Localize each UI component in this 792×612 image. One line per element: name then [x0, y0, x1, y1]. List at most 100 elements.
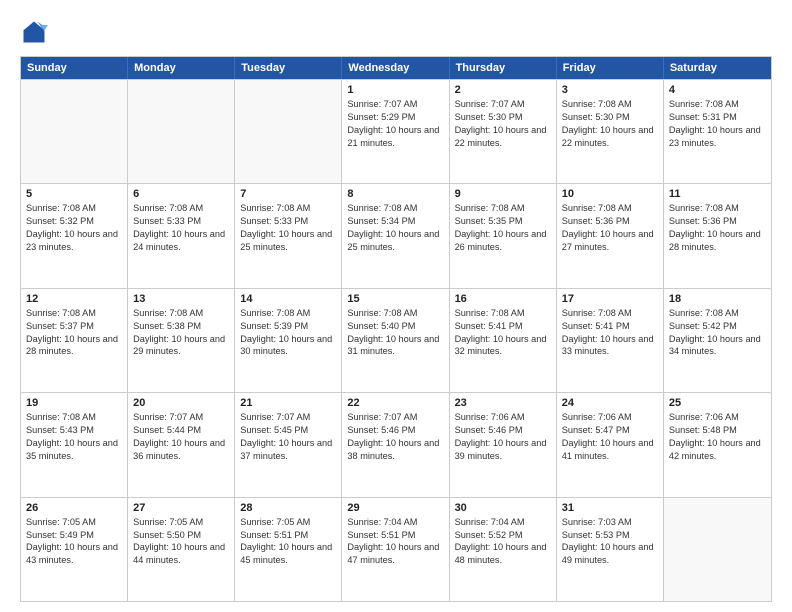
sunrise-line: Sunrise: 7:08 AM	[133, 202, 229, 215]
sunset-line: Sunset: 5:41 PM	[562, 320, 658, 333]
day-cell-20: 20Sunrise: 7:07 AMSunset: 5:44 PMDayligh…	[128, 393, 235, 496]
day-cell-28: 28Sunrise: 7:05 AMSunset: 5:51 PMDayligh…	[235, 498, 342, 601]
sunrise-line: Sunrise: 7:07 AM	[347, 98, 443, 111]
header-cell-monday: Monday	[128, 57, 235, 79]
day-number: 27	[133, 502, 229, 514]
day-number: 20	[133, 397, 229, 409]
sunset-line: Sunset: 5:31 PM	[669, 111, 766, 124]
sunrise-line: Sunrise: 7:08 AM	[240, 307, 336, 320]
sunset-line: Sunset: 5:33 PM	[240, 215, 336, 228]
logo-icon	[20, 18, 48, 46]
daylight-line: Daylight: 10 hours and 22 minutes.	[455, 124, 551, 150]
daylight-line: Daylight: 10 hours and 27 minutes.	[562, 228, 658, 254]
sunrise-line: Sunrise: 7:08 AM	[26, 307, 122, 320]
day-cell-27: 27Sunrise: 7:05 AMSunset: 5:50 PMDayligh…	[128, 498, 235, 601]
day-cell-1: 1Sunrise: 7:07 AMSunset: 5:29 PMDaylight…	[342, 80, 449, 183]
header-cell-saturday: Saturday	[664, 57, 771, 79]
day-cell-11: 11Sunrise: 7:08 AMSunset: 5:36 PMDayligh…	[664, 184, 771, 287]
calendar-row-4: 19Sunrise: 7:08 AMSunset: 5:43 PMDayligh…	[21, 392, 771, 496]
day-cell-2: 2Sunrise: 7:07 AMSunset: 5:30 PMDaylight…	[450, 80, 557, 183]
daylight-line: Daylight: 10 hours and 30 minutes.	[240, 333, 336, 359]
header-cell-tuesday: Tuesday	[235, 57, 342, 79]
day-cell-7: 7Sunrise: 7:08 AMSunset: 5:33 PMDaylight…	[235, 184, 342, 287]
daylight-line: Daylight: 10 hours and 23 minutes.	[669, 124, 766, 150]
day-number: 22	[347, 397, 443, 409]
daylight-line: Daylight: 10 hours and 38 minutes.	[347, 437, 443, 463]
sunset-line: Sunset: 5:29 PM	[347, 111, 443, 124]
sunset-line: Sunset: 5:46 PM	[347, 424, 443, 437]
sunset-line: Sunset: 5:32 PM	[26, 215, 122, 228]
daylight-line: Daylight: 10 hours and 34 minutes.	[669, 333, 766, 359]
calendar-row-3: 12Sunrise: 7:08 AMSunset: 5:37 PMDayligh…	[21, 288, 771, 392]
calendar-body: 1Sunrise: 7:07 AMSunset: 5:29 PMDaylight…	[21, 79, 771, 601]
logo	[20, 18, 52, 46]
sunset-line: Sunset: 5:44 PM	[133, 424, 229, 437]
day-cell-22: 22 Sunrise: 7:07 AMSunset: 5:46 PMDayligh…	[342, 393, 449, 496]
day-cell-13: 13Sunrise: 7:08 AMSunset: 5:38 PMDayligh…	[128, 289, 235, 392]
sunrise-line: Sunrise: 7:04 AM	[455, 516, 551, 529]
daylight-line: Daylight: 10 hours and 39 minutes.	[455, 437, 551, 463]
daylight-line: Daylight: 10 hours and 47 minutes.	[347, 541, 443, 567]
sunset-line: Sunset: 5:34 PM	[347, 215, 443, 228]
day-cell-9: 9Sunrise: 7:08 AMSunset: 5:35 PMDaylight…	[450, 184, 557, 287]
day-cell-6: 6Sunrise: 7:08 AMSunset: 5:33 PMDaylight…	[128, 184, 235, 287]
empty-cell	[21, 80, 128, 183]
day-cell-19: 19Sunrise: 7:08 AMSunset: 5:43 PMDayligh…	[21, 393, 128, 496]
sunset-line: Sunset: 5:50 PM	[133, 529, 229, 542]
sunrise-line: Sunrise: 7:04 AM	[347, 516, 443, 529]
day-number: 14	[240, 293, 336, 305]
daylight-line: Daylight: 10 hours and 41 minutes.	[562, 437, 658, 463]
sunrise-line: Sunrise: 7:08 AM	[240, 202, 336, 215]
sunrise-line: Sunrise: 7:05 AM	[240, 516, 336, 529]
daylight-line: Daylight: 10 hours and 29 minutes.	[133, 333, 229, 359]
day-cell-30: 30Sunrise: 7:04 AMSunset: 5:52 PMDayligh…	[450, 498, 557, 601]
sunset-line: Sunset: 5:38 PM	[133, 320, 229, 333]
header-cell-sunday: Sunday	[21, 57, 128, 79]
sunset-line: Sunset: 5:35 PM	[455, 215, 551, 228]
day-cell-12: 12Sunrise: 7:08 AMSunset: 5:37 PMDayligh…	[21, 289, 128, 392]
sunrise-line: Sunrise: 7:08 AM	[562, 98, 658, 111]
sunset-line: Sunset: 5:41 PM	[455, 320, 551, 333]
day-cell-17: 17Sunrise: 7:08 AMSunset: 5:41 PMDayligh…	[557, 289, 664, 392]
daylight-line: Daylight: 10 hours and 33 minutes.	[562, 333, 658, 359]
sunset-line: Sunset: 5:52 PM	[455, 529, 551, 542]
day-cell-3: 3Sunrise: 7:08 AMSunset: 5:30 PMDaylight…	[557, 80, 664, 183]
day-cell-25: 25Sunrise: 7:06 AMSunset: 5:48 PMDayligh…	[664, 393, 771, 496]
day-number: 4	[669, 84, 766, 96]
sunrise-line: Sunrise: 7:05 AM	[133, 516, 229, 529]
page: SundayMondayTuesdayWednesdayThursdayFrid…	[0, 0, 792, 612]
day-number: 2	[455, 84, 551, 96]
sunrise-line: Sunrise: 7:08 AM	[26, 411, 122, 424]
day-number: 31	[562, 502, 658, 514]
day-number: 19	[26, 397, 122, 409]
day-number: 21	[240, 397, 336, 409]
daylight-line: Daylight: 10 hours and 37 minutes.	[240, 437, 336, 463]
sunrise-line: Sunrise: 7:08 AM	[562, 307, 658, 320]
sunset-line: Sunset: 5:47 PM	[562, 424, 658, 437]
day-cell-18: 18Sunrise: 7:08 AMSunset: 5:42 PMDayligh…	[664, 289, 771, 392]
day-cell-26: 26Sunrise: 7:05 AMSunset: 5:49 PMDayligh…	[21, 498, 128, 601]
day-number: 29	[347, 502, 443, 514]
sunrise-line: Sunrise: 7:07 AM	[455, 98, 551, 111]
day-cell-29: 29Sunrise: 7:04 AMSunset: 5:51 PMDayligh…	[342, 498, 449, 601]
day-number: 10	[562, 188, 658, 200]
sunset-line: Sunset: 5:45 PM	[240, 424, 336, 437]
day-number: 23	[455, 397, 551, 409]
sunrise-line: Sunrise: 7:07 AM	[347, 411, 443, 424]
day-number: 15	[347, 293, 443, 305]
empty-cell	[235, 80, 342, 183]
day-number: 12	[26, 293, 122, 305]
sunrise-line: Sunrise: 7:07 AM	[133, 411, 229, 424]
day-number: 25	[669, 397, 766, 409]
day-number: 30	[455, 502, 551, 514]
day-number: 28	[240, 502, 336, 514]
daylight-line: Daylight: 10 hours and 25 minutes.	[240, 228, 336, 254]
day-number: 16	[455, 293, 551, 305]
daylight-line: Daylight: 10 hours and 31 minutes.	[347, 333, 443, 359]
day-cell-21: 21Sunrise: 7:07 AMSunset: 5:45 PMDayligh…	[235, 393, 342, 496]
sunset-line: Sunset: 5:51 PM	[240, 529, 336, 542]
sunrise-line: Sunrise: 7:06 AM	[562, 411, 658, 424]
sunset-line: Sunset: 5:33 PM	[133, 215, 229, 228]
day-cell-24: 24Sunrise: 7:06 AMSunset: 5:47 PMDayligh…	[557, 393, 664, 496]
sunset-line: Sunset: 5:46 PM	[455, 424, 551, 437]
